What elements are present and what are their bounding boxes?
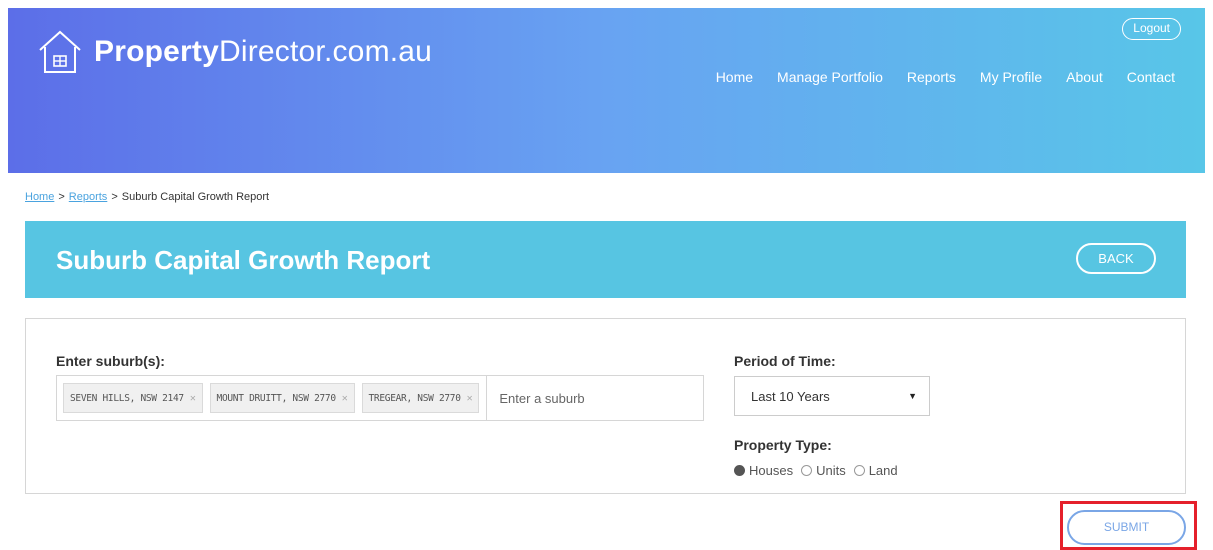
- title-banner: Suburb Capital Growth Report BACK: [25, 221, 1186, 298]
- nav-about[interactable]: About: [1066, 69, 1103, 85]
- breadcrumb-separator: >: [111, 191, 118, 203]
- property-type-radio-group: Houses Units Land: [734, 463, 898, 478]
- suburb-tag-label: MOUNT DRUITT, NSW 2770: [216, 392, 337, 404]
- page: PropertyDirector.com.au Logout Home Mana…: [0, 0, 1213, 550]
- logout-button[interactable]: Logout: [1122, 18, 1181, 40]
- period-select-value: Last 10 Years: [751, 388, 830, 404]
- suburb-multiselect[interactable]: SEVEN HILLS, NSW 2147 ✕ MOUNT DRUITT, NSW…: [56, 375, 704, 421]
- radio-label: Land: [868, 463, 898, 478]
- nav-reports[interactable]: Reports: [907, 69, 956, 85]
- property-type-label: Property Type:: [734, 437, 832, 453]
- site-header: PropertyDirector.com.au Logout Home Mana…: [8, 8, 1205, 173]
- period-label: Period of Time:: [734, 353, 836, 369]
- breadcrumb-current: Suburb Capital Growth Report: [121, 191, 270, 203]
- period-select[interactable]: Last 10 Years ▼: [734, 376, 930, 416]
- back-button[interactable]: BACK: [1076, 243, 1156, 274]
- nav-home[interactable]: Home: [716, 69, 753, 85]
- nav-my-profile[interactable]: My Profile: [980, 69, 1042, 85]
- breadcrumb-reports[interactable]: Reports: [69, 191, 108, 203]
- suburb-tag-label: SEVEN HILLS, NSW 2147: [70, 392, 184, 404]
- radio-houses[interactable]: Houses: [734, 463, 793, 478]
- site-logo[interactable]: PropertyDirector.com.au: [34, 26, 432, 78]
- submit-button[interactable]: SUBMIT: [1067, 510, 1186, 545]
- suburb-tag: SEVEN HILLS, NSW 2147 ✕: [63, 383, 203, 413]
- radio-label: Houses: [749, 463, 794, 478]
- radio-unselected-icon: [853, 465, 865, 476]
- dropdown-arrow-icon: ▼: [908, 391, 917, 401]
- breadcrumb-home[interactable]: Home: [25, 191, 54, 203]
- breadcrumb: Home > Reports > Suburb Capital Growth Repor…: [25, 191, 269, 203]
- nav-contact[interactable]: Contact: [1127, 69, 1175, 85]
- breadcrumb-separator: >: [58, 191, 65, 203]
- radio-unselected-icon: [801, 465, 813, 476]
- logo-text: PropertyDirector.com.au: [94, 35, 433, 68]
- suburb-tag: TREGEAR, NSW 2770 ✕: [361, 383, 480, 413]
- remove-tag-icon[interactable]: ✕: [342, 393, 348, 404]
- remove-tag-icon[interactable]: ✕: [467, 393, 473, 404]
- suburb-tag: MOUNT DRUITT, NSW 2770 ✕: [209, 383, 355, 413]
- radio-units[interactable]: Units: [801, 463, 846, 478]
- radio-label: Units: [816, 463, 846, 478]
- suburb-label: Enter suburb(s):: [56, 353, 165, 369]
- radio-land[interactable]: Land: [853, 463, 898, 478]
- radio-selected-icon: [734, 465, 745, 476]
- page-title: Suburb Capital Growth Report: [56, 245, 431, 275]
- house-logo-icon: [39, 30, 81, 73]
- report-form: Enter suburb(s): SEVEN HILLS, NSW 2147 ✕ …: [25, 318, 1186, 494]
- suburb-input[interactable]: [486, 376, 637, 420]
- remove-tag-icon[interactable]: ✕: [190, 393, 196, 404]
- suburb-tag-label: TREGEAR, NSW 2770: [368, 392, 461, 404]
- main-nav: Home Manage Portfolio Reports My Profile…: [716, 69, 1175, 85]
- nav-manage-portfolio[interactable]: Manage Portfolio: [777, 69, 883, 85]
